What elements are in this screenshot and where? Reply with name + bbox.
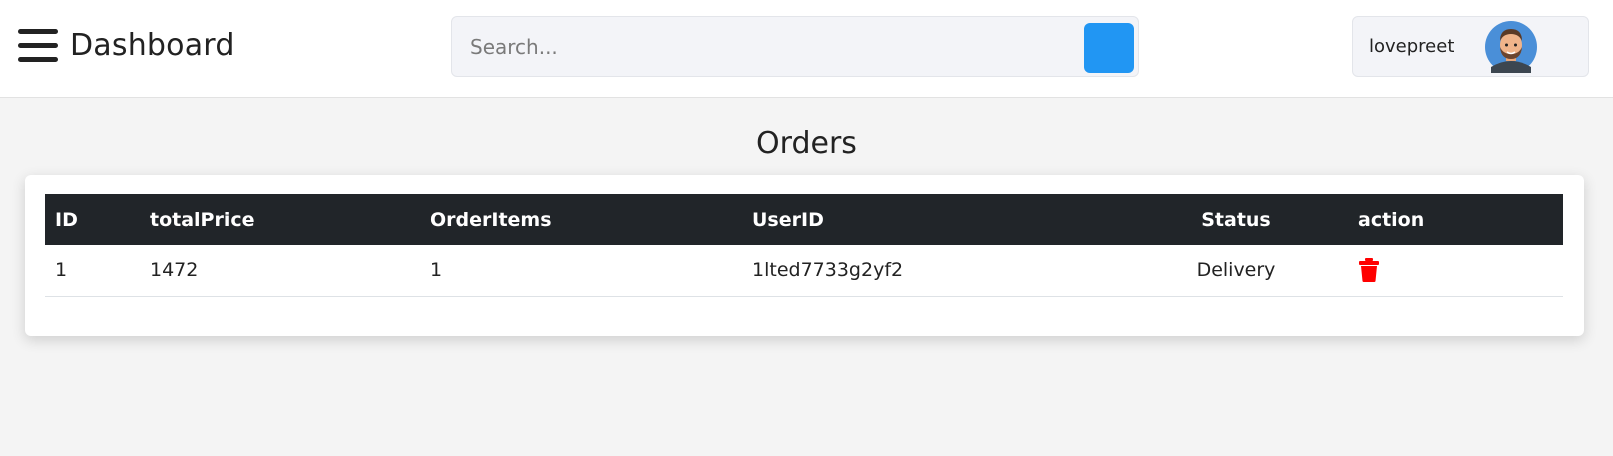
trash-icon[interactable] <box>1358 258 1380 283</box>
page-title: Orders <box>756 126 857 161</box>
column-header-status: Status <box>1124 194 1348 245</box>
search-input[interactable] <box>470 29 1060 65</box>
app-title: Dashboard <box>70 28 235 63</box>
orders-card: ID totalPrice OrderItems UserID Status a… <box>25 175 1584 336</box>
user-menu[interactable]: lovepreet <box>1352 16 1589 77</box>
menu-bar <box>18 29 58 34</box>
column-header-id: ID <box>45 194 140 245</box>
cell-id: 1 <box>45 245 140 297</box>
top-navbar: Dashboard lovepreet <box>0 0 1613 98</box>
menu-bar <box>18 43 58 48</box>
cell-order-items: 1 <box>420 245 742 297</box>
avatar <box>1485 21 1537 73</box>
cell-user-id: 1lted7733g2yf2 <box>742 245 1124 297</box>
hamburger-menu-icon[interactable] <box>18 28 58 64</box>
menu-bar <box>18 57 58 62</box>
cell-status: Delivery <box>1124 245 1348 297</box>
cell-action <box>1348 245 1563 297</box>
cell-total-price: 1472 <box>140 245 420 297</box>
table-row: 1 1472 1 1lted7733g2yf2 Delivery <box>45 245 1563 297</box>
column-header-order-items: OrderItems <box>420 194 742 245</box>
user-name: lovepreet <box>1369 36 1455 57</box>
column-header-user-id: UserID <box>742 194 1124 245</box>
search-bar <box>451 16 1139 77</box>
column-header-action: action <box>1348 194 1563 245</box>
table-header-row: ID totalPrice OrderItems UserID Status a… <box>45 194 1563 245</box>
search-button[interactable] <box>1084 23 1134 73</box>
orders-table: ID totalPrice OrderItems UserID Status a… <box>45 194 1563 297</box>
column-header-total-price: totalPrice <box>140 194 420 245</box>
